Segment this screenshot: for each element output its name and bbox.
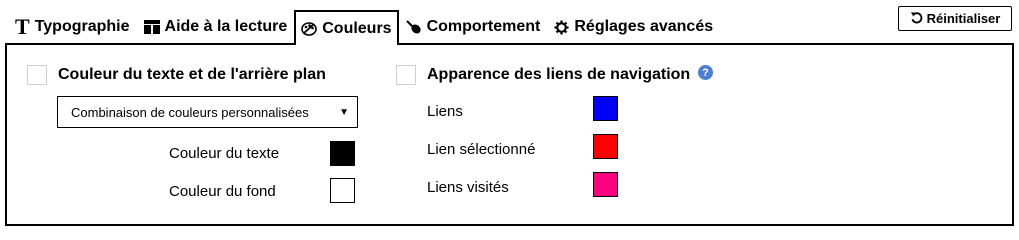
tab-aide-lecture[interactable]: Aide à la lecture: [137, 10, 295, 44]
tab-label: Couleurs: [322, 19, 392, 37]
tab-couleurs[interactable]: Couleurs: [294, 10, 399, 45]
links-color-swatch[interactable]: [593, 96, 618, 121]
select-value: Combinaison de couleurs personnalisées: [71, 104, 309, 120]
links-label: Liens: [427, 103, 463, 120]
background-color-label: Couleur du fond: [169, 183, 276, 200]
visited-links-label: Liens visités: [427, 179, 509, 196]
text-color-label: Couleur du texte: [169, 145, 280, 162]
selected-link-color-swatch[interactable]: [593, 134, 618, 159]
tab-label: Aide à la lecture: [164, 18, 288, 35]
reset-button[interactable]: Réinitialiser: [898, 6, 1012, 31]
text-color-swatch[interactable]: [330, 141, 355, 166]
tab-reglages-avances[interactable]: Réglages avancés: [547, 10, 720, 44]
tab-typographie[interactable]: T Typographie: [8, 10, 137, 44]
text-colors-checkbox[interactable]: [27, 65, 47, 85]
colors-panel: Couleur du texte et de l'arrière plan Co…: [5, 43, 1014, 226]
tab-label: Réglages avancés: [574, 18, 714, 35]
tab-label: Typographie: [34, 18, 130, 35]
background-color-swatch[interactable]: [330, 178, 355, 203]
settings-tabs: T Typographie Aide à la lecture Couleurs…: [8, 10, 720, 45]
palette-icon: [301, 21, 318, 37]
tab-label: Comportement: [426, 18, 541, 35]
typography-icon: T: [15, 14, 30, 39]
visited-links-color-swatch[interactable]: [593, 172, 618, 197]
question-circle-icon[interactable]: ?: [698, 65, 713, 80]
color-combination-select[interactable]: Combinaison de couleurs personnalisées ▼: [57, 96, 358, 128]
gear-icon: [554, 19, 569, 35]
text-colors-title: Couleur du texte et de l'arrière plan: [58, 66, 326, 83]
reset-label: Réinitialiser: [926, 11, 1001, 26]
caret-down-icon: ▼: [339, 106, 349, 118]
undo-icon: [910, 11, 923, 27]
link-colors-checkbox[interactable]: [396, 65, 416, 85]
pointer-icon: [405, 19, 422, 35]
book-icon: [143, 19, 160, 35]
selected-link-label: Lien sélectionné: [427, 141, 536, 158]
link-colors-title: Apparence des liens de navigation: [427, 66, 691, 83]
tab-comportement[interactable]: Comportement: [399, 10, 548, 44]
